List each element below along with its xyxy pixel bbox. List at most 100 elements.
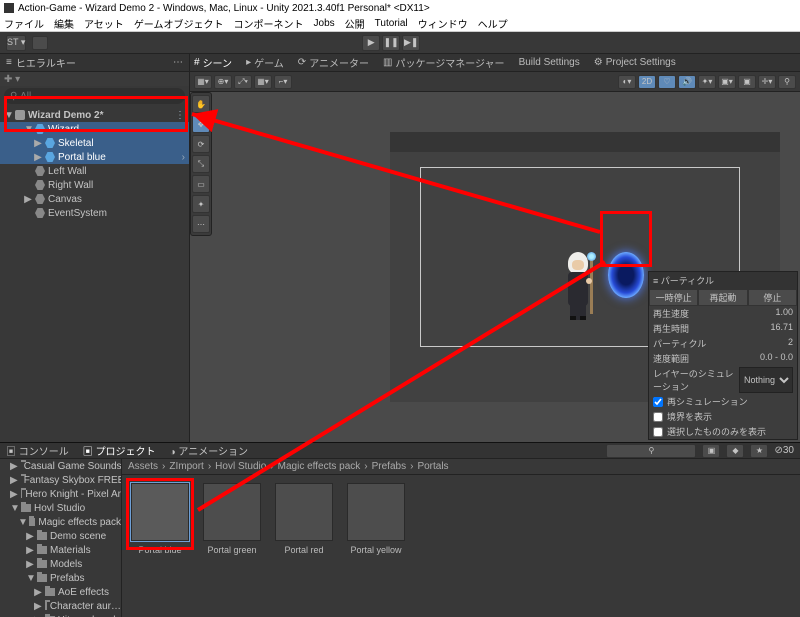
folder-item[interactable]: ▼Hovl Studio <box>0 501 121 515</box>
panel-lock-icon[interactable]: ⋯ <box>173 57 183 68</box>
folder-item[interactable]: ▶Hits and explo <box>0 613 121 617</box>
tab-package-manager[interactable]: ▥パッケージマネージャー <box>383 55 505 70</box>
grid-dropdown[interactable]: ▦▾ <box>254 75 272 89</box>
particle-show-bounds[interactable] <box>653 412 663 422</box>
menu-jobs[interactable]: Jobs <box>314 18 335 29</box>
tab-game[interactable]: ▸ゲーム <box>246 55 284 70</box>
play-button[interactable]: ▶ <box>362 35 380 51</box>
folder-item[interactable]: ▼Magic effects pack <box>0 515 121 529</box>
asset-tile[interactable]: Portal red <box>274 483 334 617</box>
scene-root[interactable]: ▼ Wizard Demo 2* ⋮ <box>0 108 189 122</box>
hierarchy-item[interactable]: ▼Wizard <box>0 122 189 136</box>
toggle-audio[interactable]: 🔊 <box>678 75 696 89</box>
tab-project-settings[interactable]: ⚙Project Settings <box>594 57 676 68</box>
hand-tool[interactable]: ✋ <box>192 95 210 113</box>
particle-resimulate[interactable] <box>653 397 663 407</box>
cloud-icon[interactable] <box>32 36 48 50</box>
pause-button[interactable]: ❚❚ <box>382 35 400 51</box>
menu-window[interactable]: ウィンドウ <box>418 16 468 31</box>
toggle-lighting[interactable]: ♡ <box>658 75 676 89</box>
step-button[interactable]: ▶❚ <box>402 35 420 51</box>
gizmo-camera[interactable]: ▣ <box>738 75 756 89</box>
folder-item[interactable]: ▶Fantasy Skybox FREE <box>0 473 121 487</box>
tab-project[interactable]: ▣ プロジェクト <box>83 443 156 458</box>
toggle-fx[interactable]: ✦▾ <box>698 75 716 89</box>
breadcrumb[interactable]: Assets›ZImport›Hovl Studio›Magic effects… <box>122 459 800 475</box>
hierarchy-tree[interactable]: ▼ Wizard Demo 2* ⋮ ▼Wizard▶Skeletal▶Port… <box>0 106 189 442</box>
hierarchy-item[interactable]: ▶Canvas <box>0 192 189 206</box>
tool-dropdown[interactable]: ▦▾ <box>194 75 212 89</box>
folder-item[interactable]: ▶Casual Game Sounds <box>0 459 121 473</box>
tab-scene[interactable]: #シーン <box>194 55 232 70</box>
folder-item[interactable]: ▶Character aur… <box>0 599 121 613</box>
hierarchy-tab[interactable]: ≡ ヒエラルキー ⋯ <box>0 54 189 72</box>
pivot-dropdown[interactable]: ⊕▾ <box>214 75 232 89</box>
handle-dropdown[interactable]: ⤢▾ <box>234 75 252 89</box>
filter-by-label-icon[interactable]: ◆ <box>726 444 744 458</box>
breadcrumb-segment[interactable]: Portals <box>417 461 448 472</box>
project-folder-tree[interactable]: ▶Casual Game Sounds▶Fantasy Skybox FREE▶… <box>0 459 122 617</box>
menu-edit[interactable]: 編集 <box>54 16 74 31</box>
tab-animation[interactable]: ◑ アニメーション <box>170 443 248 458</box>
rotate-tool[interactable]: ⟳ <box>192 135 210 153</box>
hierarchy-item[interactable]: EventSystem <box>0 206 189 220</box>
asset-tile[interactable]: Portal blue <box>130 483 190 617</box>
filter-by-type-icon[interactable]: ▣ <box>702 444 720 458</box>
particle-selected-only[interactable] <box>653 427 663 437</box>
transform-tool[interactable]: ✦ <box>192 195 210 213</box>
toggle-2d[interactable]: 2D <box>638 75 656 89</box>
folder-item[interactable]: ▶Materials <box>0 543 121 557</box>
hierarchy-item[interactable]: Left Wall <box>0 164 189 178</box>
tab-animator[interactable]: ⟳アニメーター <box>298 55 369 70</box>
breadcrumb-segment[interactable]: Assets <box>128 461 158 472</box>
account-dropdown[interactable]: ST ▾ <box>6 35 26 51</box>
asset-tile[interactable]: Portal green <box>202 483 262 617</box>
wizard-sprite[interactable] <box>560 252 596 322</box>
folder-item[interactable]: ▶AoE effects <box>0 585 121 599</box>
tab-console[interactable]: ▣ コンソール <box>6 443 69 458</box>
hierarchy-search[interactable]: ⚲ All <box>4 88 185 104</box>
hierarchy-item[interactable]: Right Wall <box>0 178 189 192</box>
menu-publish[interactable]: 公開 <box>345 16 365 31</box>
rect-tool[interactable]: ▭ <box>192 175 210 193</box>
asset-tile[interactable]: Portal yellow <box>346 483 406 617</box>
tab-build-settings[interactable]: Build Settings <box>519 57 580 68</box>
toggle-skybox[interactable]: ▣▾ <box>718 75 736 89</box>
folder-item[interactable]: ▶Hero Knight - Pixel Ar <box>0 487 121 501</box>
menu-asset[interactable]: アセット <box>84 16 124 31</box>
scene-search[interactable]: ⚲ <box>778 75 796 89</box>
particle-stop[interactable]: 停止 <box>748 289 797 306</box>
folder-item[interactable]: ▼Prefabs <box>0 571 121 585</box>
draw-mode[interactable]: ◐▾ <box>618 75 636 89</box>
create-dropdown[interactable]: ✚ ▾ <box>4 74 20 85</box>
hierarchy-item[interactable]: ▶Skeletal <box>0 136 189 150</box>
move-tool[interactable]: ✥ <box>192 115 210 133</box>
asset-grid[interactable]: Portal bluePortal greenPortal redPortal … <box>122 475 800 617</box>
menu-component[interactable]: コンポーネント <box>234 16 304 31</box>
custom-tool[interactable]: ⋯ <box>192 215 210 233</box>
menu-tutorial[interactable]: Tutorial <box>375 18 408 29</box>
menu-file[interactable]: ファイル <box>4 16 44 31</box>
folder-item[interactable]: ▶Demo scene <box>0 529 121 543</box>
particle-pause[interactable]: 一時停止 <box>649 289 698 306</box>
folder-item[interactable]: ▶Models <box>0 557 121 571</box>
particle-restart[interactable]: 再起動 <box>698 289 747 306</box>
particle-layer-select[interactable]: Nothing <box>739 367 793 393</box>
folder-label: Character aur… <box>50 601 121 612</box>
breadcrumb-segment[interactable]: Magic effects pack <box>278 461 361 472</box>
favorite-icon[interactable]: ★ <box>750 444 768 458</box>
menu-gameobject[interactable]: ゲームオブジェクト <box>134 16 224 31</box>
snap-dropdown[interactable]: ⌐▾ <box>274 75 292 89</box>
scene-view[interactable]: ✋ ✥ ⟳ ⤡ ▭ ✦ ⋯ ≡ パーティクル <box>190 92 800 442</box>
portal-blue-sprite[interactable] <box>608 252 644 298</box>
scale-tool[interactable]: ⤡ <box>192 155 210 173</box>
particle-selonly-label: 選択したもののみを表示 <box>667 425 766 438</box>
project-search[interactable]: ⚲ <box>606 444 696 458</box>
menu-help[interactable]: ヘルプ <box>478 16 508 31</box>
gizmos-dropdown[interactable]: ✛▾ <box>758 75 776 89</box>
breadcrumb-segment[interactable]: Hovl Studio <box>215 461 266 472</box>
breadcrumb-segment[interactable]: Prefabs <box>372 461 406 472</box>
particle-speed-value[interactable]: 1.00 <box>775 307 793 320</box>
breadcrumb-segment[interactable]: ZImport <box>169 461 203 472</box>
hierarchy-item[interactable]: ▶Portal blue› <box>0 150 189 164</box>
